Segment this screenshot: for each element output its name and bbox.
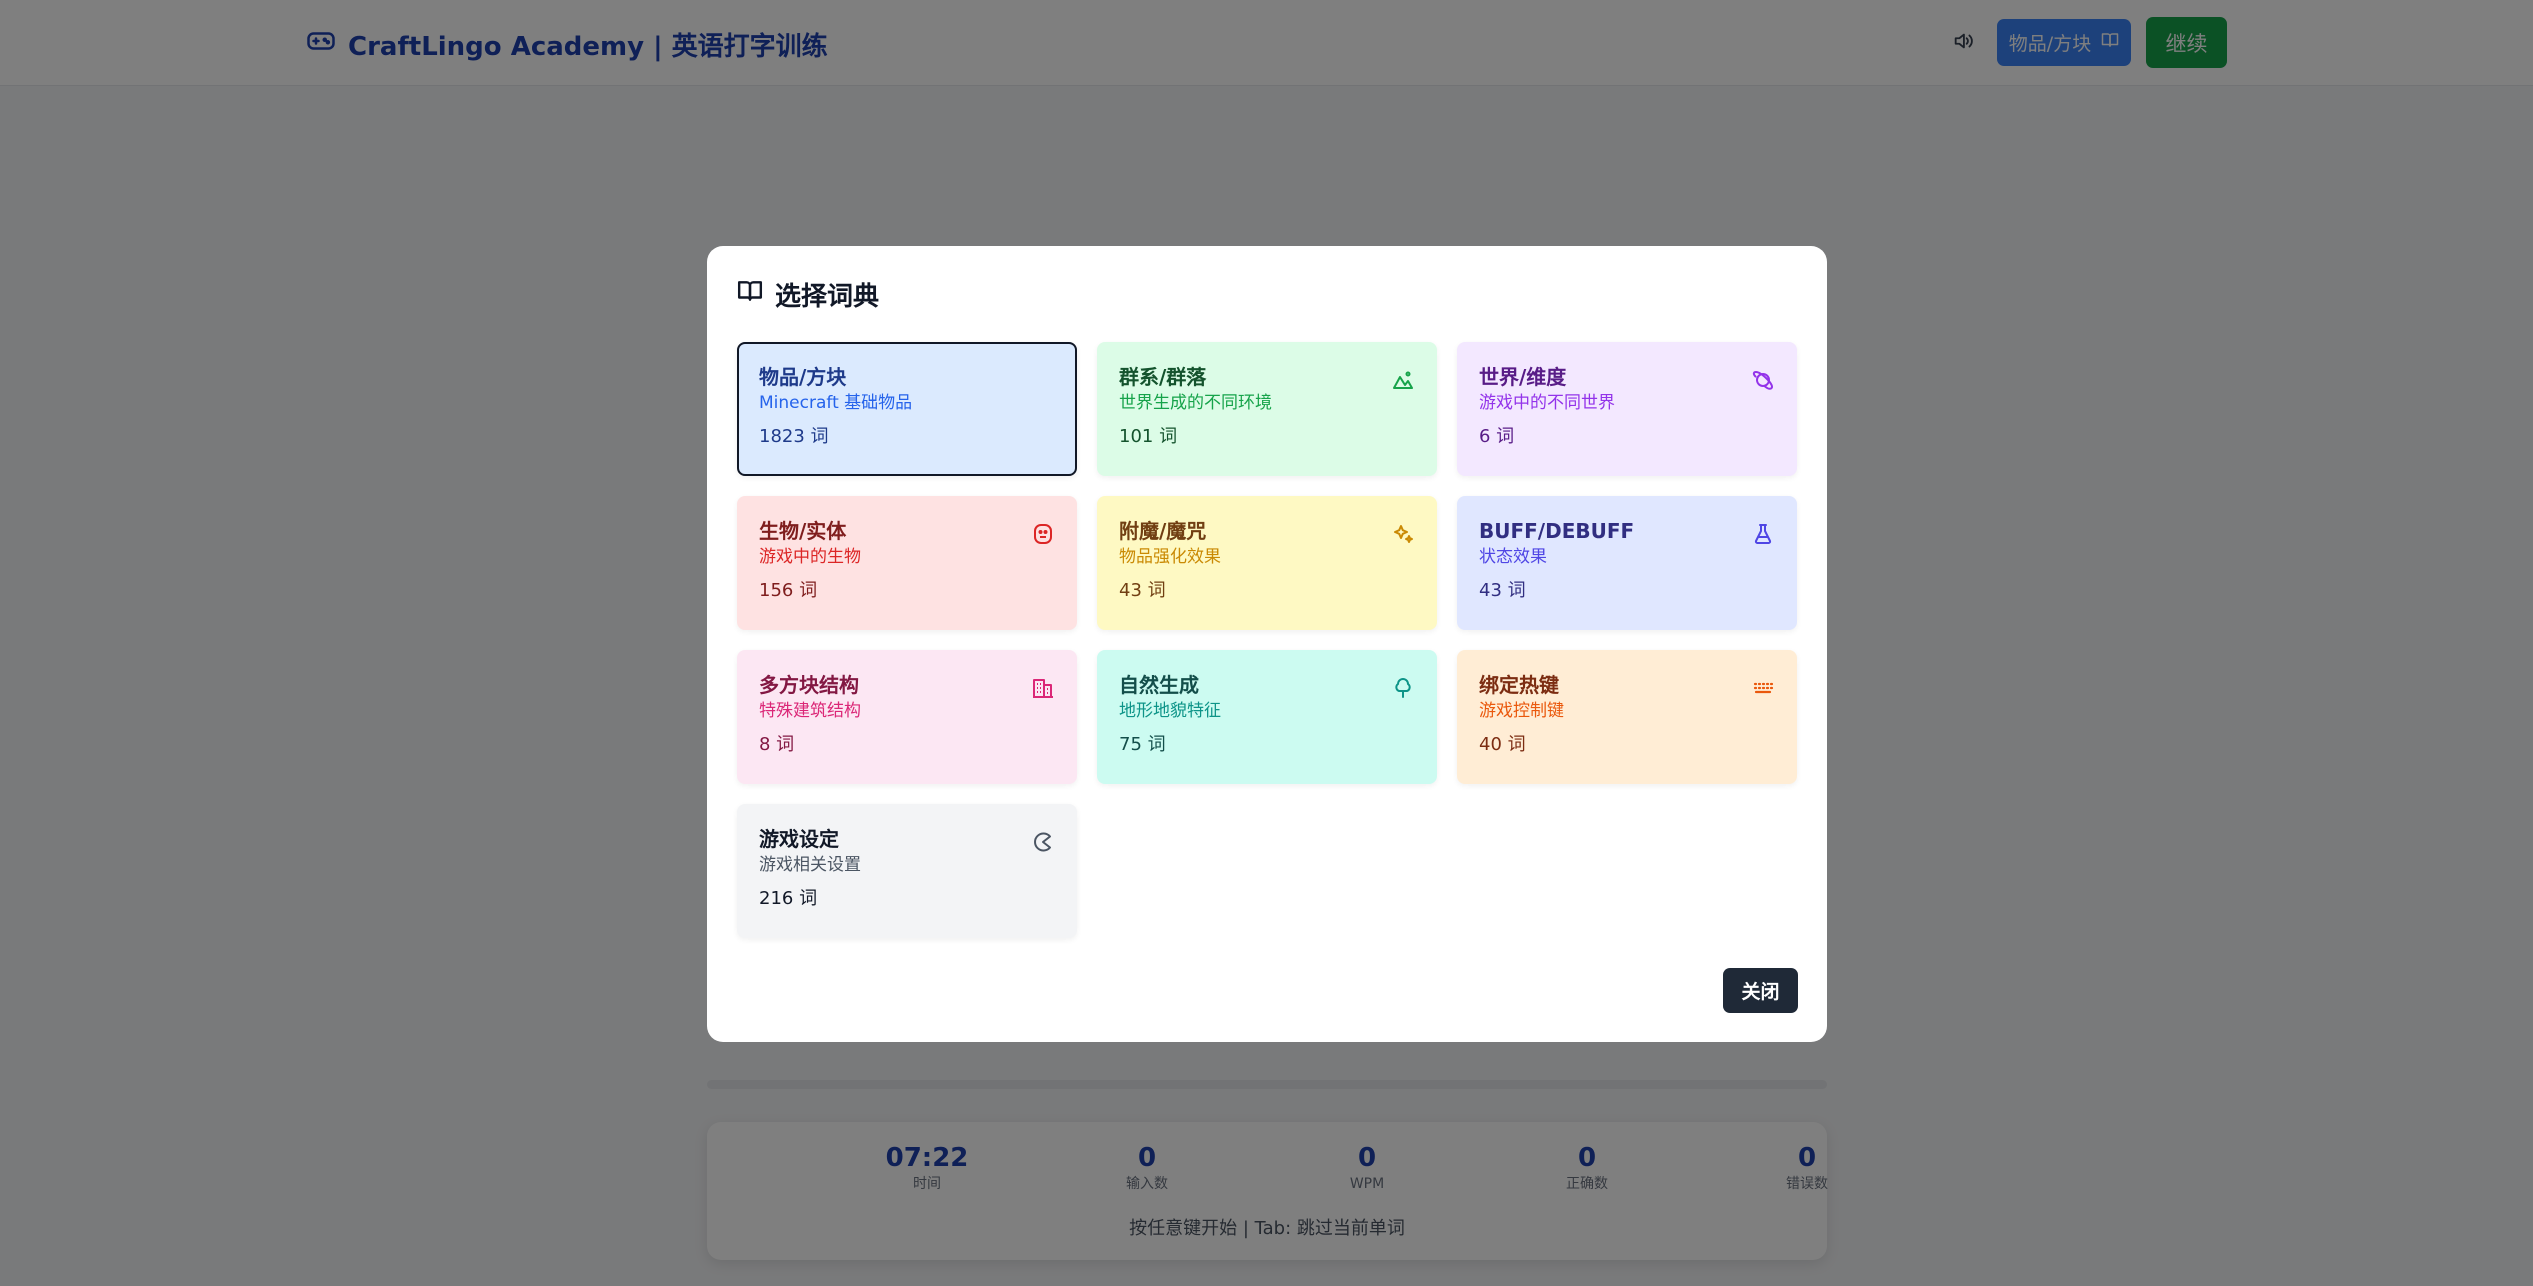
modal-title: 选择词典: [737, 276, 879, 312]
book-open-icon: [737, 278, 763, 311]
dict-card-count: 101 词: [1119, 426, 1178, 447]
dict-card-structures[interactable]: 多方块结构 特殊建筑结构 8 词: [737, 650, 1077, 784]
mountain-icon: [1391, 368, 1415, 392]
dict-card-count: 40 词: [1479, 734, 1526, 755]
dict-card-desc: 物品强化效果: [1119, 547, 1221, 567]
dict-card-keybinds[interactable]: 绑定热键 游戏控制键 40 词: [1457, 650, 1797, 784]
modal-title-text: 选择词典: [775, 281, 880, 312]
ghost-icon: [1031, 522, 1055, 546]
dictionary-modal: 选择词典 物品/方块 Minecraft 基础物品 1823 词 群系/群落 世…: [707, 246, 1827, 1042]
dict-card-count: 6 词: [1479, 426, 1515, 447]
dict-card-count: 156 词: [759, 580, 818, 601]
dict-card-name: BUFF/DEBUFF: [1479, 519, 1635, 543]
close-button[interactable]: 关闭: [1723, 968, 1798, 1013]
planet-icon: [1751, 368, 1775, 392]
dict-card-count: 216 词: [759, 888, 818, 909]
dict-card-name: 自然生成: [1119, 673, 1199, 697]
dict-card-name: 物品/方块: [759, 365, 847, 389]
dict-card-count: 1823 词: [759, 426, 829, 447]
dict-card-items-blocks[interactable]: 物品/方块 Minecraft 基础物品 1823 词: [737, 342, 1077, 476]
dict-card-count: 8 词: [759, 734, 795, 755]
sparkles-icon: [1391, 522, 1415, 546]
dict-card-desc: 状态效果: [1479, 547, 1547, 567]
dict-card-status-effects[interactable]: BUFF/DEBUFF 状态效果 43 词: [1457, 496, 1797, 630]
dict-card-biomes[interactable]: 群系/群落 世界生成的不同环境 101 词: [1097, 342, 1437, 476]
dict-card-name: 多方块结构: [759, 673, 859, 697]
dict-card-dimensions[interactable]: 世界/维度 游戏中的不同世界 6 词: [1457, 342, 1797, 476]
dict-card-name: 世界/维度: [1479, 365, 1567, 389]
dict-card-desc: 特殊建筑结构: [759, 701, 861, 721]
dict-card-desc: 地形地貌特征: [1119, 701, 1221, 721]
dict-card-desc: 游戏控制键: [1479, 701, 1564, 721]
building-icon: [1031, 676, 1055, 700]
dict-card-game-settings[interactable]: 游戏设定 游戏相关设置 216 词: [737, 804, 1077, 938]
dict-card-desc: 游戏相关设置: [759, 855, 861, 875]
pacman-icon: [1031, 830, 1055, 854]
keyboard-icon: [1751, 676, 1775, 700]
dict-card-name: 游戏设定: [759, 827, 839, 851]
flask-icon: [1751, 522, 1775, 546]
dict-card-name: 绑定热键: [1479, 673, 1559, 697]
dict-card-desc: Minecraft 基础物品: [759, 393, 913, 413]
dict-card-count: 43 词: [1119, 580, 1166, 601]
dict-card-enchantments[interactable]: 附魔/魔咒 物品强化效果 43 词: [1097, 496, 1437, 630]
dict-card-name: 附魔/魔咒: [1119, 519, 1207, 543]
dict-card-name: 群系/群落: [1119, 365, 1207, 389]
dict-card-mobs[interactable]: 生物/实体 游戏中的生物 156 词: [737, 496, 1077, 630]
dict-card-count: 75 词: [1119, 734, 1166, 755]
dict-card-desc: 游戏中的不同世界: [1479, 393, 1615, 413]
dict-card-natural-features[interactable]: 自然生成 地形地貌特征 75 词: [1097, 650, 1437, 784]
dict-card-count: 43 词: [1479, 580, 1526, 601]
tree-icon: [1391, 676, 1415, 700]
dict-card-name: 生物/实体: [759, 519, 847, 543]
dict-card-desc: 游戏中的生物: [759, 547, 861, 567]
dict-card-desc: 世界生成的不同环境: [1119, 393, 1272, 413]
